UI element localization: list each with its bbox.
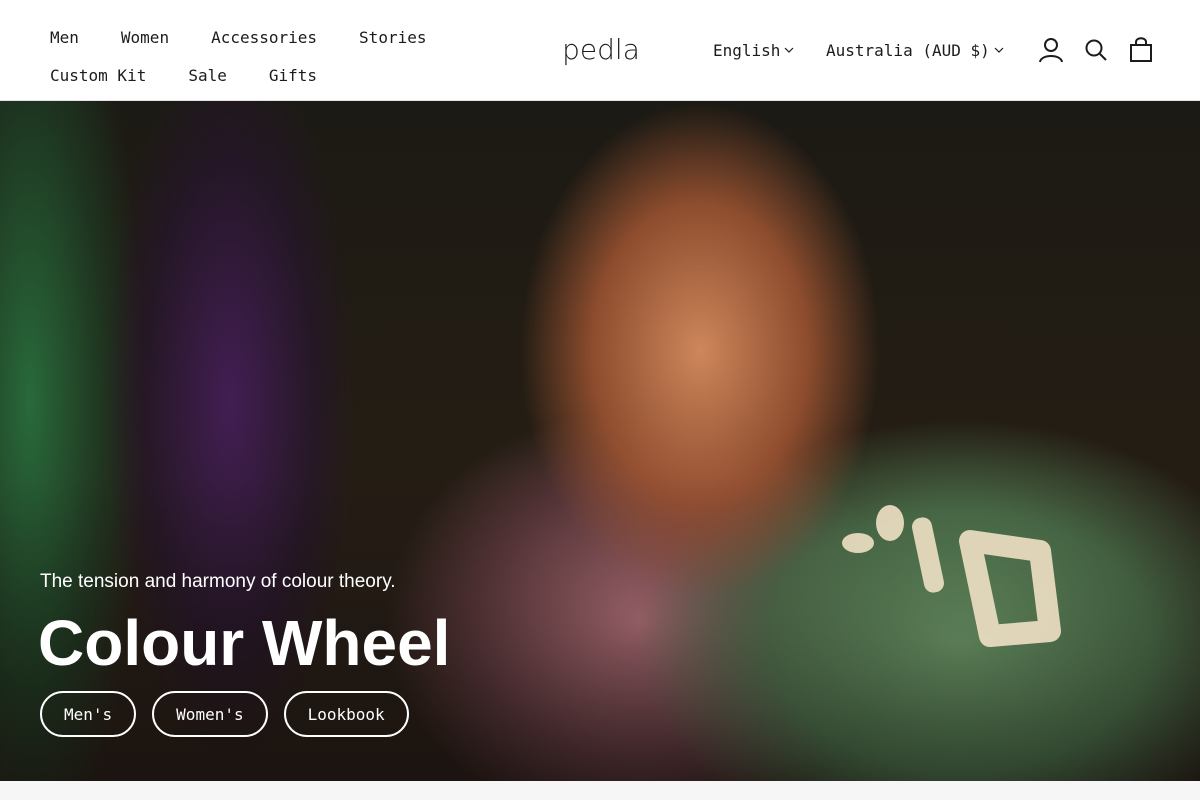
language-label: English bbox=[713, 40, 781, 60]
brand-logo[interactable]: pedla bbox=[558, 32, 644, 68]
hero-button-group: Men's Women's Lookbook bbox=[40, 691, 409, 737]
nav-item-custom-kit[interactable]: Custom Kit bbox=[50, 66, 146, 85]
jersey-print-graphic bbox=[842, 505, 1061, 647]
search-icon[interactable] bbox=[1083, 36, 1109, 64]
cart-icon[interactable] bbox=[1128, 36, 1154, 64]
nav-item-gifts[interactable]: Gifts bbox=[269, 66, 317, 85]
country-selector[interactable]: Australia (AUD $) bbox=[826, 38, 1004, 62]
nav-item-men[interactable]: Men bbox=[50, 28, 79, 47]
nav-item-accessories[interactable]: Accessories bbox=[211, 28, 317, 47]
country-label: Australia (AUD $) bbox=[826, 40, 990, 60]
hero-subtitle: The tension and harmony of colour theory… bbox=[40, 571, 396, 592]
next-section-strip bbox=[0, 781, 1200, 800]
hero-title: Colour Wheel bbox=[38, 607, 451, 679]
nav-item-stories[interactable]: Stories bbox=[359, 28, 426, 47]
language-selector[interactable]: English bbox=[713, 38, 794, 62]
nav-item-sale[interactable]: Sale bbox=[188, 66, 227, 85]
womens-button[interactable]: Women's bbox=[152, 691, 268, 737]
lookbook-button[interactable]: Lookbook bbox=[283, 691, 409, 737]
site-header: Men Women Accessories Stories Custom Kit… bbox=[0, 0, 1200, 101]
mens-button[interactable]: Men's bbox=[40, 691, 137, 737]
nav-item-women[interactable]: Women bbox=[121, 28, 169, 47]
main-nav: Men Women Accessories Stories Custom Kit… bbox=[50, 18, 480, 94]
logo-text: pedla bbox=[562, 33, 640, 66]
chevron-down-icon bbox=[785, 47, 794, 53]
nav-row-2: Custom Kit Sale Gifts bbox=[50, 56, 480, 94]
hero-banner: The tension and harmony of colour theory… bbox=[0, 101, 1200, 781]
nav-row-1: Men Women Accessories Stories bbox=[50, 18, 480, 56]
chevron-down-icon bbox=[994, 47, 1004, 53]
account-icon[interactable] bbox=[1038, 36, 1064, 64]
